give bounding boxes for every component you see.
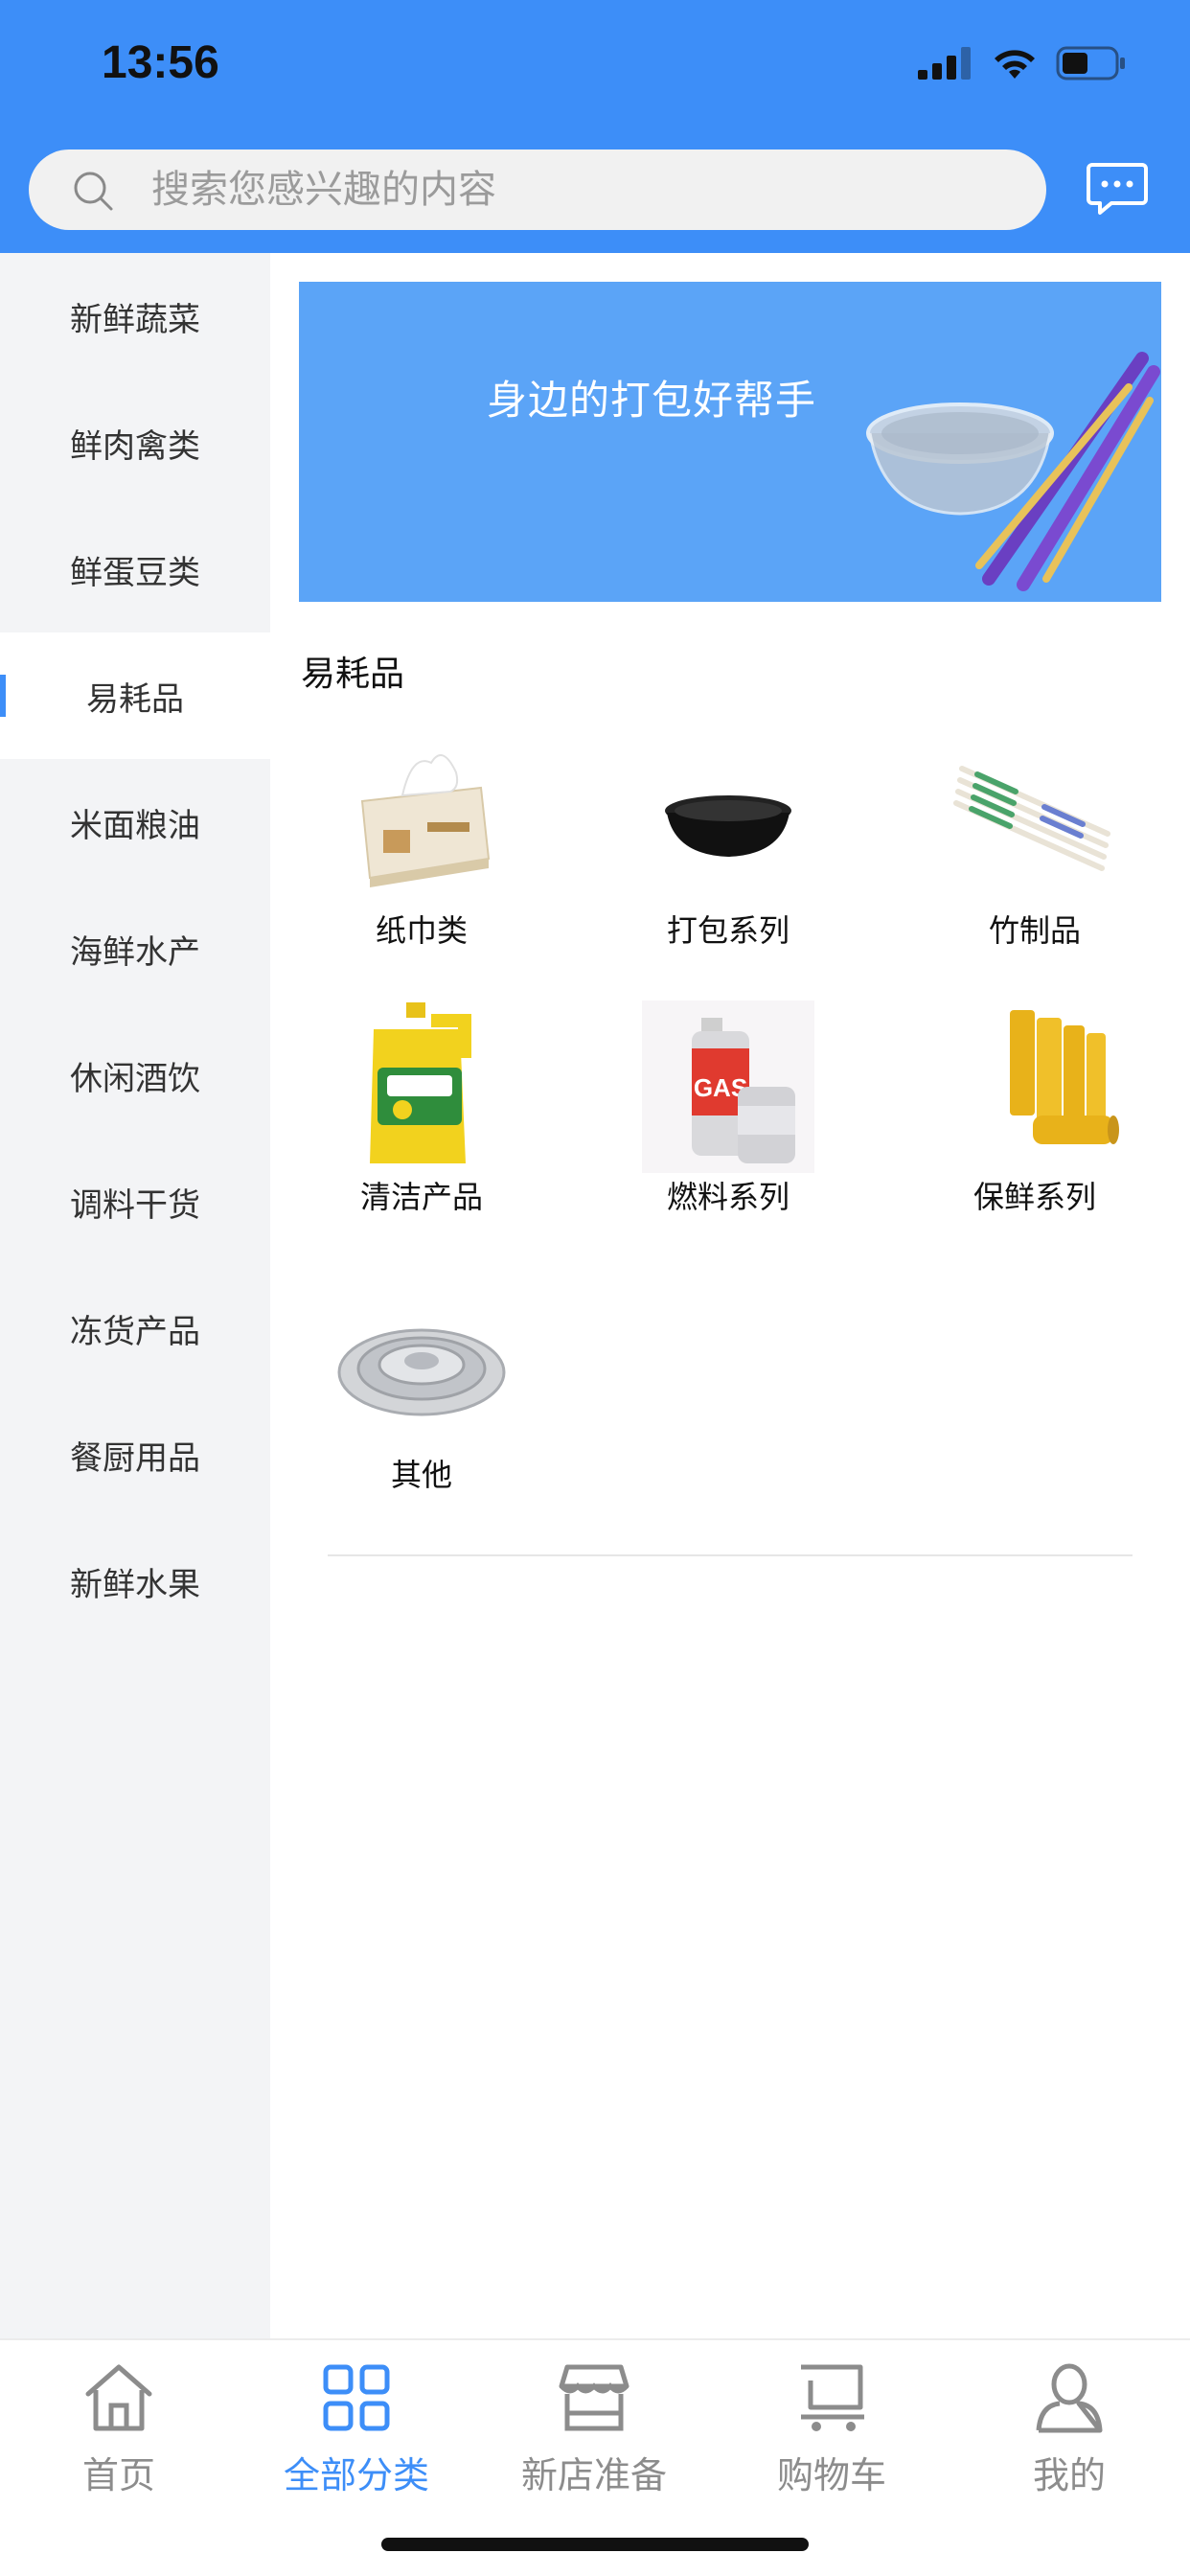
sidebar-item-snacks-drinks[interactable]: 休闲酒饮 [0,1012,270,1138]
category-tile-fuel[interactable]: GAS 燃料系列 [604,1000,853,1269]
category-tile-cleaning[interactable]: 清洁产品 [297,1000,546,1269]
sidebar-item-kitchenware[interactable]: 餐厨用品 [0,1392,270,1518]
tissue-box-icon [360,754,491,887]
sidebar-item-seafood[interactable]: 海鲜水产 [0,886,270,1012]
message-icon[interactable] [1087,161,1148,217]
sidebar-item-label: 新鲜水果 [70,1565,200,1604]
sidebar-item-label: 米面粮油 [70,806,200,845]
sidebar-item-label: 新鲜蔬菜 [70,300,200,339]
status-time: 13:56 [102,37,219,88]
sidebar-item-label: 餐厨用品 [70,1438,200,1478]
category-label: 保鲜系列 [973,1179,1096,1215]
category-sidebar: 新鲜蔬菜 鲜肉禽类 鲜蛋豆类 易耗品 米面粮油 海鲜水产 休闲酒饮 调料干货 冻… [0,253,270,2340]
foil-tray-icon [337,1328,506,1416]
search-icon [74,172,113,211]
category-tile-takeout[interactable]: 打包系列 [604,734,853,1002]
sidebar-item-label: 调料干货 [70,1185,200,1225]
category-label: 燃料系列 [666,1179,790,1215]
section-title: 易耗品 [301,655,405,694]
search-input[interactable] [151,150,1014,230]
sidebar-item-fresh-fruit[interactable]: 新鲜水果 [0,1518,270,1644]
header: 13:56 [0,0,1190,253]
category-label: 打包系列 [666,912,790,949]
sidebar-item-label: 冻货产品 [70,1312,200,1351]
category-label: 竹制品 [988,912,1081,949]
category-tile-bamboo[interactable]: 竹制品 [910,734,1159,1002]
section-divider [328,1554,1133,1556]
search-bar[interactable] [29,150,1046,230]
category-label: 其他 [390,1457,452,1493]
sidebar-item-label: 鲜蛋豆类 [70,553,200,592]
signal-icon [918,47,971,80]
cart-icon [801,2364,864,2431]
category-tile-cling-film[interactable]: 保鲜系列 [910,1000,1159,1269]
home-indicator [381,2538,809,2551]
tab-label: 全部分类 [283,2454,429,2496]
battery-icon [1056,46,1125,80]
gas-canister-icon: GAS [642,1000,814,1173]
sidebar-item-label: 易耗品 [86,679,184,719]
wifi-icon [995,50,1035,79]
store-icon [559,2364,629,2431]
tab-profile[interactable]: 我的 [950,2350,1188,2496]
tab-label: 我的 [1032,2454,1106,2496]
tab-cart[interactable]: 购物车 [713,2350,950,2496]
user-icon [1036,2363,1103,2433]
promo-banner[interactable]: 身边的打包好帮手 [299,282,1161,602]
grid-icon [323,2364,390,2431]
chopsticks-icon [953,766,1110,871]
bowl-chopsticks-illustration [866,352,1160,591]
sidebar-item-seasonings[interactable]: 调料干货 [0,1138,270,1265]
sidebar-item-label: 海鲜水产 [70,932,200,972]
sidebar-item-meat-poultry[interactable]: 鲜肉禽类 [0,380,270,506]
sidebar-item-eggs-beans[interactable]: 鲜蛋豆类 [0,506,270,632]
tab-label: 首页 [81,2454,155,2496]
sidebar-item-fresh-vegetables[interactable]: 新鲜蔬菜 [0,253,270,380]
tab-new-store[interactable]: 新店准备 [475,2350,713,2496]
sidebar-item-label: 休闲酒饮 [70,1059,200,1098]
tab-all-categories[interactable]: 全部分类 [238,2350,475,2496]
home-icon [85,2364,152,2431]
sidebar-item-frozen[interactable]: 冻货产品 [0,1265,270,1392]
tab-label: 购物车 [776,2454,886,2496]
category-tile-tissue[interactable]: 纸巾类 [297,734,546,1002]
tab-label: 新店准备 [520,2454,667,2496]
status-icons [918,42,1127,84]
tab-home[interactable]: 首页 [0,2350,238,2496]
category-tile-other[interactable]: 其他 [297,1278,546,1547]
cling-film-icon [1010,1010,1119,1144]
category-label: 纸巾类 [375,912,468,949]
category-label: 清洁产品 [359,1179,483,1215]
detergent-jug-icon [370,1002,471,1163]
takeout-bowl-icon [665,795,791,857]
sidebar-item-rice-flour-oil[interactable]: 米面粮油 [0,759,270,886]
banner-text: 身边的打包好帮手 [487,377,817,424]
sidebar-item-label: 鲜肉禽类 [70,426,200,466]
sidebar-item-consumables[interactable]: 易耗品 [0,632,270,759]
